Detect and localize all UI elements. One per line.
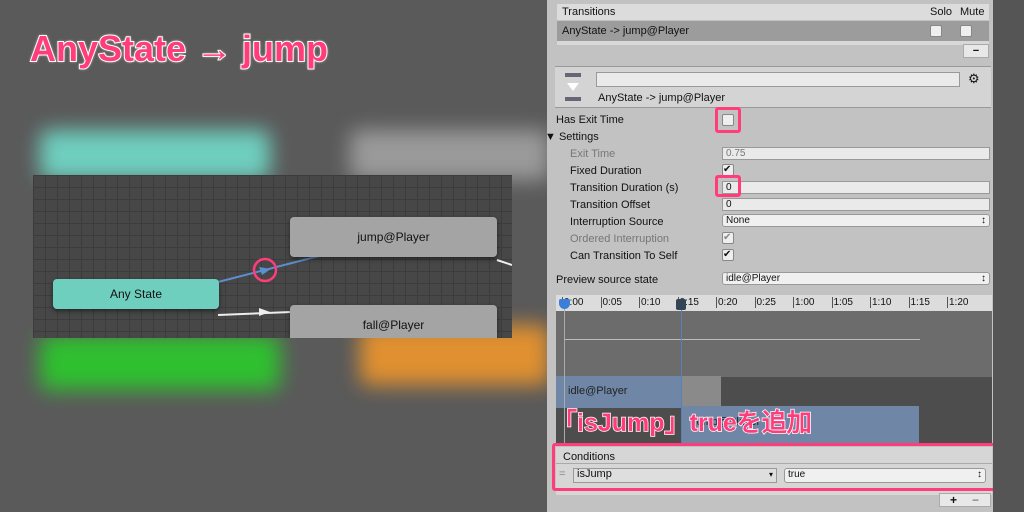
- arrow-head-icon: [259, 308, 270, 316]
- transition-icon: [565, 73, 581, 101]
- highlight-box: [715, 107, 741, 133]
- ordered-interruption-checkbox[interactable]: ✔: [722, 232, 734, 244]
- remove-condition-button[interactable]: −: [972, 493, 979, 507]
- timeline-tick: 0:10: [639, 297, 661, 308]
- transition-duration-label: Transition Duration (s): [570, 182, 679, 194]
- transition-name-input[interactable]: [596, 72, 960, 87]
- transition-marker-handle[interactable]: [676, 299, 686, 310]
- timeline-tick: 1:00: [793, 297, 815, 308]
- blurred-node: [350, 130, 550, 180]
- selected-transition-line: [217, 254, 324, 283]
- timeline-tick: 0:05: [600, 297, 622, 308]
- right-edge: [993, 0, 1024, 512]
- solo-checkbox[interactable]: [930, 25, 942, 37]
- remove-transition-button[interactable]: −: [963, 44, 989, 58]
- highlight-box: [715, 175, 741, 197]
- preview-source-value: idle@Player: [726, 273, 781, 284]
- blurred-node: [40, 130, 270, 180]
- settings-label: Settings: [558, 131, 599, 143]
- transition-header-box: ⚙ AnyState -> jump@Player: [555, 66, 991, 108]
- condition-add-remove: + −: [939, 493, 991, 507]
- settings-foldout[interactable]: ▼ Settings: [545, 131, 599, 143]
- transition-offset-label: Transition Offset: [570, 199, 651, 211]
- jump-state-node[interactable]: jump@Player: [290, 217, 497, 257]
- timeline-tick: 1:05: [831, 297, 853, 308]
- timeline-ruler[interactable]: 0:00 0:05 0:10 0:15 0:20 0:25 1:00 1:05 1:10 1:15…: [556, 295, 992, 311]
- can-transition-to-self-checkbox[interactable]: ✔: [722, 249, 734, 261]
- interruption-source-label: Interruption Source: [570, 216, 664, 228]
- animator-graph[interactable]: Any State jump@Player fall@Player: [33, 175, 512, 338]
- preview-source-dropdown[interactable]: idle@Player ↕: [722, 272, 990, 285]
- timeline-tick: 0:20: [716, 297, 738, 308]
- timeline-tick: 0:25: [754, 297, 776, 308]
- inspector-panel: Transitions Solo Mute AnyState -> jump@P…: [545, 0, 996, 512]
- dropdown-arrows-icon: ↕: [981, 215, 986, 226]
- mute-checkbox[interactable]: [960, 25, 972, 37]
- can-transition-to-self-label: Can Transition To Self: [570, 250, 678, 262]
- interruption-source-value: None: [726, 215, 750, 226]
- ordered-interruption-label: Ordered Interruption: [570, 233, 670, 245]
- dropdown-arrows-icon: ↕: [981, 273, 986, 284]
- timeline-tick: 1:10: [870, 297, 892, 308]
- transition-offset-input[interactable]: 0: [722, 198, 990, 211]
- transitions-header: Transitions Solo Mute: [557, 4, 989, 20]
- fixed-duration-label: Fixed Duration: [570, 165, 642, 177]
- any-state-node[interactable]: Any State: [53, 279, 219, 309]
- mute-label: Mute: [960, 6, 985, 18]
- caption-conditions: 「isJump」trueを追加: [551, 408, 812, 438]
- transitions-label: Transitions: [562, 6, 616, 18]
- timeline-curve-area: [556, 311, 992, 377]
- transition-row[interactable]: AnyState -> jump@Player: [557, 21, 989, 41]
- idle-clip-label: idle@Player: [568, 385, 628, 397]
- highlight-box: [552, 443, 996, 491]
- transition-subtitle: AnyState -> jump@Player: [598, 92, 726, 104]
- gear-icon[interactable]: ⚙: [968, 71, 980, 87]
- exit-time-input[interactable]: 0.75: [722, 147, 990, 160]
- interruption-source-dropdown[interactable]: None ↕: [722, 214, 990, 227]
- blurred-node: [40, 335, 280, 390]
- timeline-tick: 1:20: [947, 297, 969, 308]
- caption-title: AnyState → jump: [29, 27, 329, 70]
- exit-time-label: Exit Time: [570, 148, 616, 160]
- add-condition-button[interactable]: +: [950, 493, 957, 507]
- preview-source-label: Preview source state: [556, 274, 659, 286]
- timeline-tick: 1:15: [908, 297, 930, 308]
- solo-label: Solo: [930, 6, 953, 18]
- transition-duration-input[interactable]: 0: [722, 181, 990, 194]
- has-exit-time-label: Has Exit Time: [556, 114, 624, 126]
- transition-row-label: AnyState -> jump@Player: [562, 25, 690, 37]
- fall-state-node[interactable]: fall@Player: [290, 305, 497, 338]
